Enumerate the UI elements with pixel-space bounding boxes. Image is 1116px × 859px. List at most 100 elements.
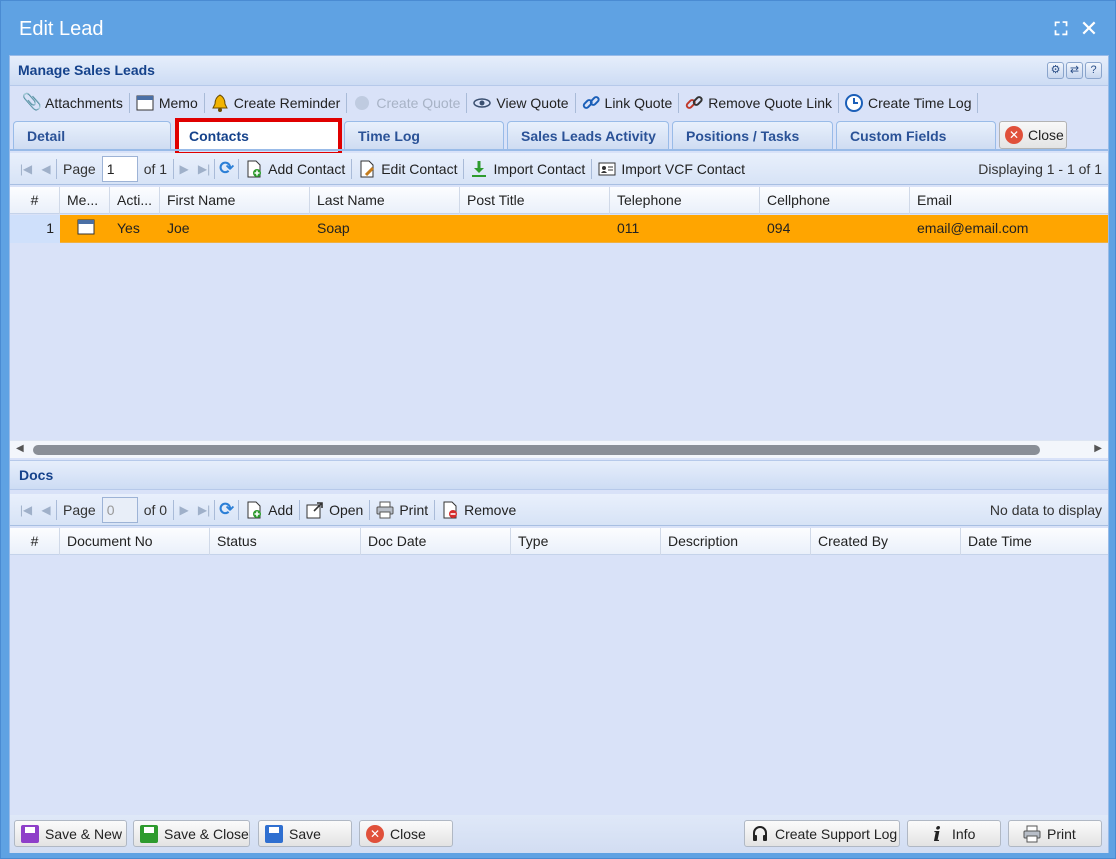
open-doc-button[interactable]: Open xyxy=(300,497,369,523)
col-header-number[interactable]: # xyxy=(10,187,60,214)
create-time-log-button[interactable]: Create Time Log xyxy=(839,90,978,116)
col-header-telephone[interactable]: Telephone xyxy=(610,187,760,214)
view-quote-label: View Quote xyxy=(496,95,569,111)
prev-page-icon[interactable]: ◀ xyxy=(36,500,56,520)
col-header-description[interactable]: Description xyxy=(661,528,811,555)
col-header-date-time[interactable]: Date Time xyxy=(961,528,1108,555)
tab-close-button[interactable]: ✕ Close xyxy=(999,121,1067,149)
open-doc-label: Open xyxy=(329,501,364,518)
remove-doc-button[interactable]: Remove xyxy=(435,497,522,523)
save-and-close-button[interactable]: Save & Close xyxy=(133,820,250,847)
printer-icon xyxy=(1023,825,1041,843)
create-quote-button[interactable]: Create Quote xyxy=(347,90,466,116)
col-header-last-name[interactable]: Last Name xyxy=(310,187,460,214)
edit-contact-button[interactable]: Edit Contact xyxy=(352,156,463,182)
col-header-doc-date[interactable]: Doc Date xyxy=(361,528,511,555)
form-button-bar: Save & New Save & Close Save ✕ Close Cre… xyxy=(10,815,1108,853)
scroll-right-icon[interactable]: ▶ xyxy=(1094,443,1102,454)
create-support-log-button[interactable]: Create Support Log xyxy=(744,820,900,847)
scroll-left-icon[interactable]: ◀ xyxy=(16,443,24,454)
attachments-button[interactable]: 📎 Attachments xyxy=(16,90,129,116)
tab-time-log-label: Time Log xyxy=(358,128,420,144)
tab-contacts[interactable]: Contacts xyxy=(175,121,342,149)
contacts-display-count: Displaying 1 - 1 of 1 xyxy=(978,160,1102,177)
col-header-post-title[interactable]: Post Title xyxy=(460,187,610,214)
info-label: Info xyxy=(952,825,976,842)
window-titlebar[interactable]: Edit Lead ⛶ ✕ xyxy=(1,1,1116,55)
close-circle-icon: ✕ xyxy=(1005,126,1023,144)
table-row[interactable]: 1 Yes Joe Soap 011 094 email@email.com xyxy=(10,215,1108,243)
save-button[interactable]: Save xyxy=(258,820,352,847)
scrollbar-thumb[interactable] xyxy=(33,445,1040,455)
view-quote-button[interactable]: View Quote xyxy=(467,90,574,116)
remove-quote-link-button[interactable]: Remove Quote Link xyxy=(679,90,838,116)
tab-time-log[interactable]: Time Log xyxy=(344,121,504,149)
last-page-icon[interactable]: ▶| xyxy=(194,159,214,179)
telephone-cell: 011 xyxy=(617,220,640,236)
col-header-created-by[interactable]: Created By xyxy=(811,528,961,555)
tab-detail[interactable]: Detail xyxy=(13,121,171,149)
tab-sales-leads-activity[interactable]: Sales Leads Activity xyxy=(507,121,669,149)
col-header-document-no[interactable]: Document No xyxy=(60,528,210,555)
col-header-status[interactable]: Status xyxy=(210,528,361,555)
tab-positions-tasks[interactable]: Positions / Tasks xyxy=(672,121,833,149)
bell-icon xyxy=(211,94,229,112)
col-header-first-name[interactable]: First Name xyxy=(160,187,310,214)
row-number: 1 xyxy=(10,215,60,243)
edit-lead-window: Edit Lead ⛶ ✕ Manage Sales Leads ⚙ ⇄ ? 📎… xyxy=(0,0,1116,859)
print-doc-button[interactable]: Print xyxy=(370,497,434,523)
close-button[interactable]: ✕ Close xyxy=(359,820,453,847)
refresh-icon[interactable]: ⟳ xyxy=(215,158,238,179)
col-header-memo[interactable]: Me... xyxy=(60,187,110,214)
docs-display-count: No data to display xyxy=(989,501,1102,518)
lead-toolbar: 📎 Attachments Memo Create Reminder Creat… xyxy=(10,88,1108,118)
settings-tool-icon[interactable]: ⚙ xyxy=(1047,62,1064,79)
paperclip-icon: 📎 xyxy=(22,94,42,111)
add-contact-button[interactable]: Add Contact xyxy=(239,156,351,182)
maximize-icon[interactable]: ⛶ xyxy=(1050,18,1072,40)
add-doc-button[interactable]: Add xyxy=(239,497,299,523)
link-quote-button[interactable]: Link Quote xyxy=(576,90,679,116)
clock-icon xyxy=(844,94,863,112)
contact-card-icon xyxy=(598,160,616,178)
first-page-icon[interactable]: |◀ xyxy=(16,500,36,520)
import-vcf-contact-button[interactable]: Import VCF Contact xyxy=(592,156,751,182)
edit-contact-label: Edit Contact xyxy=(381,160,458,177)
refresh-icon[interactable]: ⟳ xyxy=(215,499,238,520)
tab-custom-fields[interactable]: Custom Fields xyxy=(836,121,996,149)
refresh-tool-icon[interactable]: ⇄ xyxy=(1066,62,1083,79)
window-close-icon[interactable]: ✕ xyxy=(1078,18,1100,40)
next-page-icon[interactable]: ▶ xyxy=(174,159,194,179)
create-reminder-button[interactable]: Create Reminder xyxy=(205,90,347,116)
save-and-new-button[interactable]: Save & New xyxy=(14,820,127,847)
page-label: Page xyxy=(63,160,96,177)
contacts-paging-toolbar: |◀ ◀ Page 1 of 1 ▶ ▶| ⟳ Add Contact Edit… xyxy=(10,153,1108,185)
attachments-label: Attachments xyxy=(45,95,123,111)
col-header-email[interactable]: Email xyxy=(910,187,1108,214)
save-and-close-label: Save & Close xyxy=(164,825,249,842)
col-header-active[interactable]: Acti... xyxy=(110,187,160,214)
save-icon xyxy=(265,824,283,843)
import-contact-button[interactable]: Import Contact xyxy=(464,156,591,182)
print-button[interactable]: Print xyxy=(1008,820,1102,847)
help-tool-icon[interactable]: ? xyxy=(1085,62,1102,79)
memo-button[interactable]: Memo xyxy=(130,90,204,116)
memo-label: Memo xyxy=(158,95,198,111)
tab-contacts-label: Contacts xyxy=(189,128,249,144)
col-header-cellphone[interactable]: Cellphone xyxy=(760,187,910,214)
col-header-number[interactable]: # xyxy=(10,528,60,555)
page-number-input[interactable]: 1 xyxy=(101,155,138,182)
col-header-type[interactable]: Type xyxy=(511,528,661,555)
memo-cell[interactable] xyxy=(60,215,110,243)
headset-icon xyxy=(751,825,769,843)
first-page-icon[interactable]: |◀ xyxy=(16,159,36,179)
info-button[interactable]: i Info xyxy=(907,820,1001,847)
link-quote-label: Link Quote xyxy=(604,95,673,111)
contacts-grid-header: # Me... Acti... First Name Last Name Pos… xyxy=(10,187,1108,214)
cellphone-cell: 094 xyxy=(767,220,791,236)
last-page-icon[interactable]: ▶| xyxy=(194,500,214,520)
next-page-icon[interactable]: ▶ xyxy=(174,500,194,520)
horizontal-scrollbar[interactable]: ◀ ▶ xyxy=(10,440,1108,458)
prev-page-icon[interactable]: ◀ xyxy=(36,159,56,179)
page-number-input[interactable]: 0 xyxy=(101,496,138,523)
